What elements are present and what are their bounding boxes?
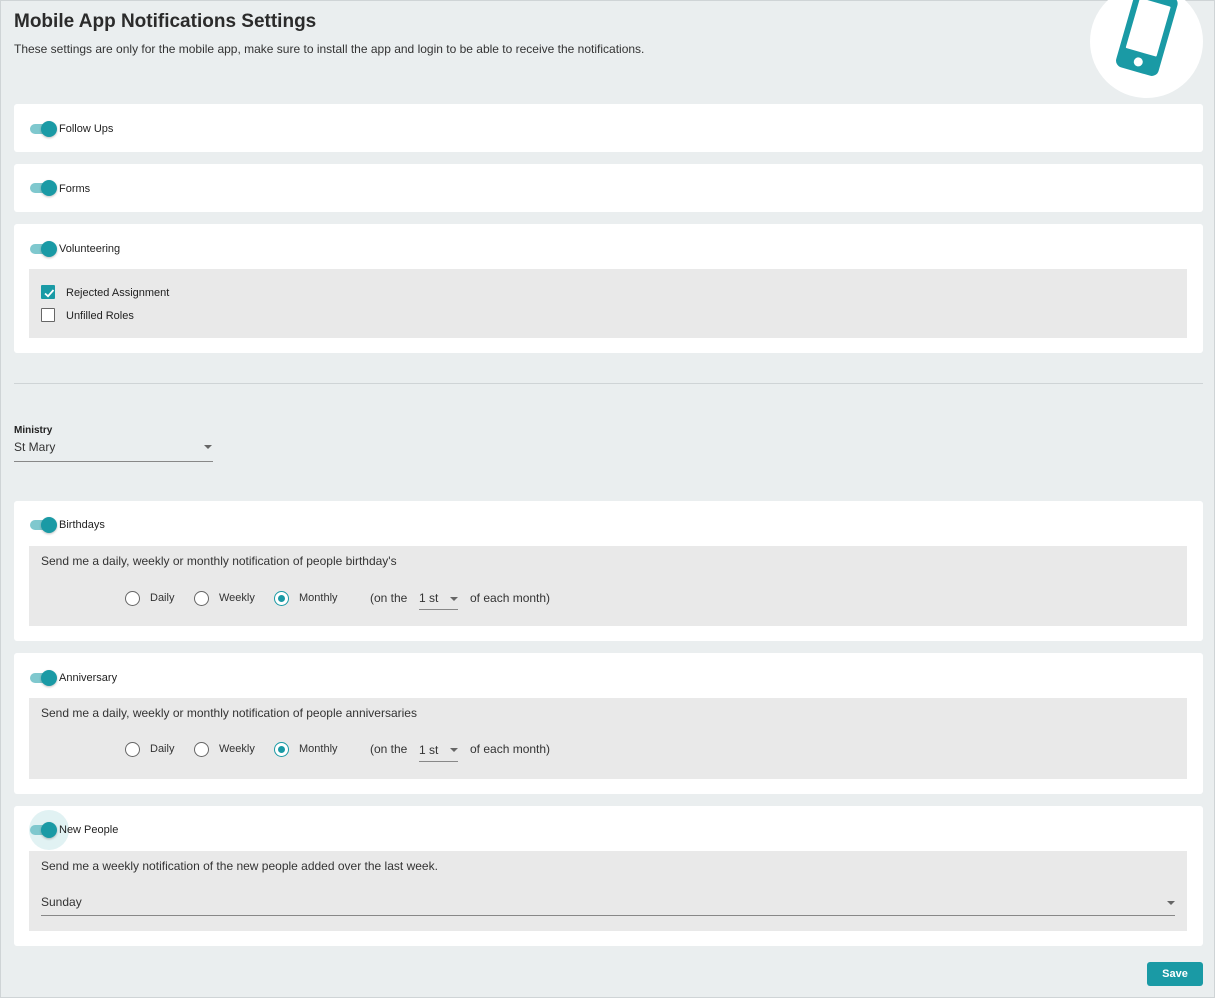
section-divider <box>14 383 1203 384</box>
follow-ups-toggle[interactable] <box>29 121 57 137</box>
birthdays-toggle[interactable] <box>29 517 57 533</box>
volunteering-toggle[interactable] <box>29 241 57 257</box>
forms-toggle[interactable] <box>29 180 57 196</box>
new-people-weekday-value: Sunday <box>41 895 82 909</box>
anniversary-description: Send me a daily, weekly or monthly notif… <box>41 706 417 720</box>
new-people-options-panel: Send me a weekly notification of the new… <box>29 851 1187 931</box>
new-people-description: Send me a weekly notification of the new… <box>41 859 438 873</box>
rejected-assignment-checkbox[interactable] <box>41 285 55 299</box>
anniversary-card: Anniversary Send me a daily, weekly or m… <box>14 653 1203 794</box>
birthdays-weekly-label: Weekly <box>219 592 255 604</box>
mobile-phone-icon <box>1116 0 1178 76</box>
anniversary-day-value: 1 st <box>419 743 439 757</box>
volunteering-label: Volunteering <box>59 243 121 255</box>
ministry-label: Ministry <box>14 425 53 436</box>
anniversary-weekly-radio[interactable] <box>194 742 209 757</box>
birthdays-each-month-text: of each month) <box>470 591 551 605</box>
save-button[interactable]: Save <box>1147 962 1203 986</box>
birthdays-weekly-radio[interactable] <box>194 591 209 606</box>
chevron-down-icon <box>1167 901 1175 905</box>
anniversary-daily-label: Daily <box>150 743 175 755</box>
anniversary-monthly-label: Monthly <box>299 743 338 755</box>
ministry-value: St Mary <box>14 440 56 454</box>
chevron-down-icon <box>450 748 458 752</box>
chevron-down-icon <box>204 445 212 449</box>
volunteering-options-panel: Rejected Assignment Unfilled Roles <box>29 269 1187 338</box>
anniversary-toggle[interactable] <box>29 670 57 686</box>
forms-label: Forms <box>59 183 91 195</box>
new-people-weekday-select[interactable]: Sunday <box>41 891 1175 916</box>
anniversary-day-select[interactable]: 1 st <box>419 741 458 762</box>
birthdays-day-select[interactable]: 1 st <box>419 589 458 610</box>
mobile-phone-badge <box>1090 0 1203 98</box>
birthdays-options-panel: Send me a daily, weekly or monthly notif… <box>29 546 1187 626</box>
new-people-label: New People <box>59 824 119 836</box>
unfilled-roles-checkbox[interactable] <box>41 308 55 322</box>
anniversary-each-month-text: of each month) <box>470 742 551 756</box>
birthdays-monthly-label: Monthly <box>299 592 338 604</box>
anniversary-weekly-label: Weekly <box>219 743 255 755</box>
rejected-assignment-label: Rejected Assignment <box>66 287 170 299</box>
birthdays-monthly-radio[interactable] <box>274 591 289 606</box>
ministry-select[interactable]: St Mary <box>14 437 213 462</box>
page-title: Mobile App Notifications Settings <box>14 11 317 32</box>
forms-card: Forms <box>14 164 1203 212</box>
follow-ups-label: Follow Ups <box>59 123 114 135</box>
unfilled-roles-label: Unfilled Roles <box>66 310 134 322</box>
birthdays-label: Birthdays <box>59 519 105 531</box>
anniversary-on-the-text: (on the <box>370 742 408 756</box>
anniversary-label: Anniversary <box>59 672 118 684</box>
page-subtitle: These settings are only for the mobile a… <box>14 42 645 56</box>
new-people-card: New People Send me a weekly notification… <box>14 806 1203 946</box>
chevron-down-icon <box>450 597 458 601</box>
check-icon <box>44 289 55 298</box>
birthdays-daily-radio[interactable] <box>125 591 140 606</box>
follow-ups-card: Follow Ups <box>14 104 1203 152</box>
new-people-toggle[interactable] <box>29 810 69 850</box>
birthdays-day-value: 1 st <box>419 591 439 605</box>
volunteering-card: Volunteering Rejected Assignment Unfille… <box>14 224 1203 353</box>
anniversary-monthly-radio[interactable] <box>274 742 289 757</box>
anniversary-options-panel: Send me a daily, weekly or monthly notif… <box>29 698 1187 779</box>
birthdays-daily-label: Daily <box>150 592 175 604</box>
anniversary-daily-radio[interactable] <box>125 742 140 757</box>
birthdays-on-the-text: (on the <box>370 591 408 605</box>
birthdays-description: Send me a daily, weekly or monthly notif… <box>41 554 397 568</box>
birthdays-card: Birthdays Send me a daily, weekly or mon… <box>14 501 1203 641</box>
